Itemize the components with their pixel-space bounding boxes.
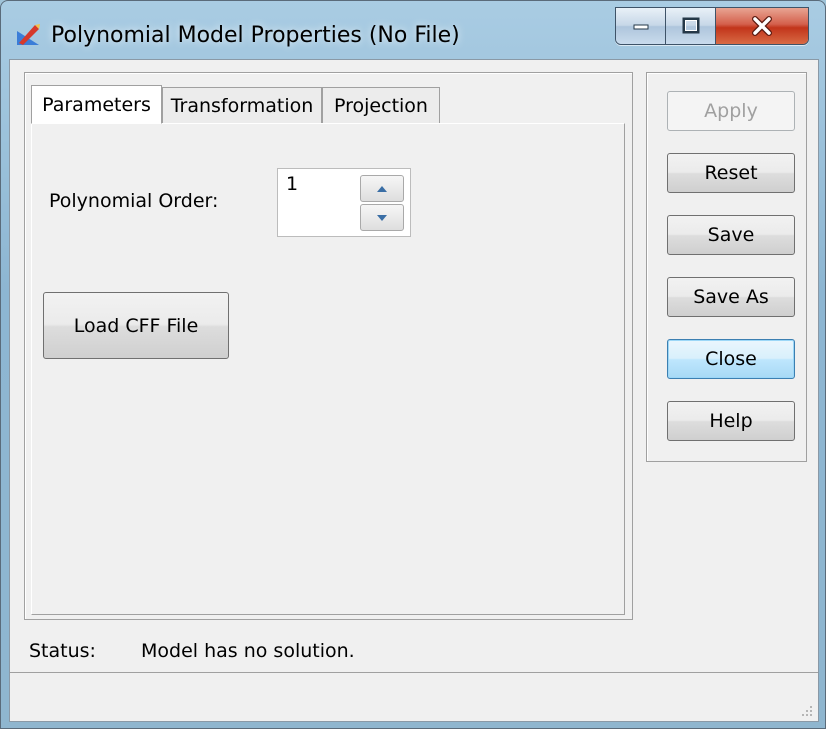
status-label: Status: [29,640,96,662]
dialog-window: Polynomial Model Properties (No File) Pa… [0,0,826,729]
maximize-icon [682,17,699,34]
help-button[interactable]: Help [667,401,795,441]
status-bar [10,672,818,722]
close-icon [752,16,772,36]
resize-grip-icon[interactable] [800,704,814,718]
increment-button[interactable] [360,175,404,202]
minimize-button[interactable] [616,8,666,44]
tab-transformation[interactable]: Transformation [162,87,322,123]
tab-parameters[interactable]: Parameters [31,85,162,124]
close-button[interactable]: Close [667,339,795,379]
save-button[interactable]: Save [667,215,795,255]
maximize-button[interactable] [666,8,716,44]
decrement-button[interactable] [360,204,404,231]
model-properties-icon [17,24,40,45]
actions-panel: Apply Reset Save Save As Close Help [646,72,807,462]
close-window-button[interactable] [716,8,808,44]
polynomial-order-label: Polynomial Order: [49,190,219,212]
tab-projection[interactable]: Projection [322,87,440,123]
save-as-button[interactable]: Save As [667,277,795,317]
parameters-page: Polynomial Order: 1 Load CFF File [31,123,625,615]
status-message: Model has no solution. [141,640,355,662]
load-cff-file-button[interactable]: Load CFF File [43,292,229,359]
polynomial-order-value[interactable]: 1 [286,173,298,195]
reset-button[interactable]: Reset [667,153,795,193]
polynomial-order-stepper[interactable]: 1 [277,168,411,237]
tab-control: Parameters Transformation Projection Pol… [24,72,633,620]
arrow-down-icon [377,214,387,221]
apply-button[interactable]: Apply [667,91,795,131]
arrow-up-icon [377,185,387,192]
caption-buttons [615,7,809,45]
window-title: Polynomial Model Properties (No File) [51,23,460,48]
title-bar[interactable]: Polynomial Model Properties (No File) [1,1,825,59]
minimize-icon [633,24,648,30]
dialog-client-area: Parameters Transformation Projection Pol… [9,59,819,722]
